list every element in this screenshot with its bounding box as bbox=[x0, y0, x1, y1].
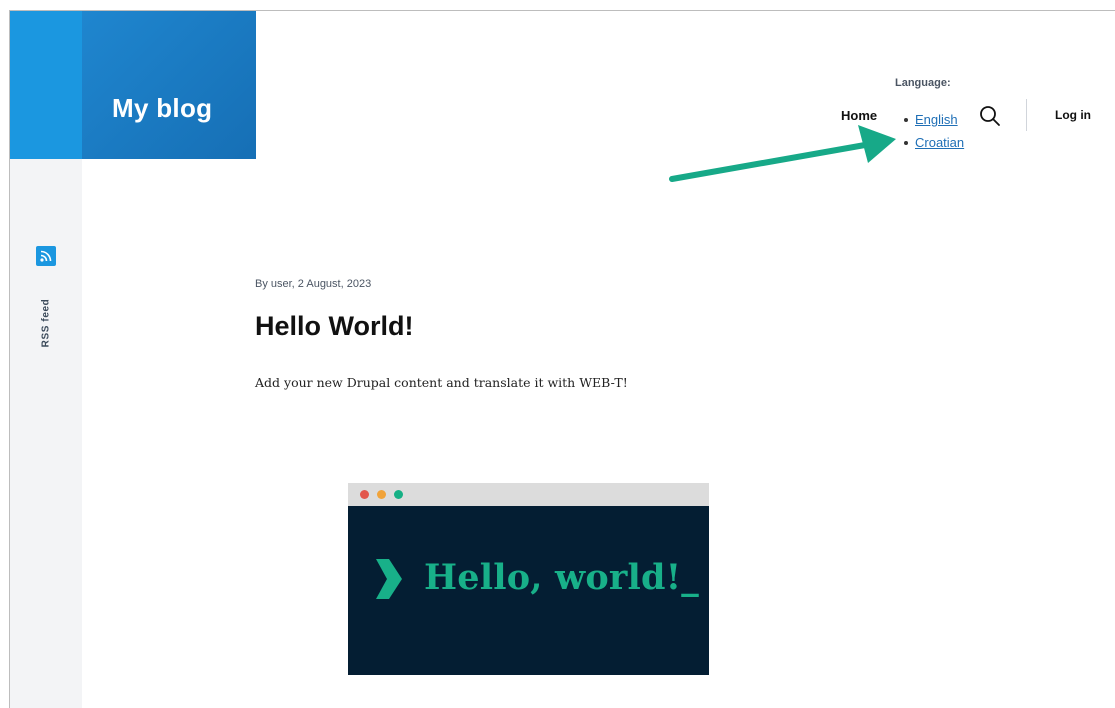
sidebar-brand-block bbox=[10, 11, 82, 159]
language-switcher-heading: Language: bbox=[895, 77, 951, 89]
image-window-titlebar bbox=[348, 483, 709, 506]
browser-page: RSS feed My blog Language: Home English … bbox=[9, 10, 1115, 708]
terminal-prompt-icon bbox=[376, 559, 402, 599]
annotation-arrow bbox=[669, 125, 896, 182]
site-branding[interactable]: My blog bbox=[82, 11, 256, 159]
language-link-english[interactable]: English bbox=[915, 112, 958, 127]
annotation-arrow-shaft bbox=[669, 142, 868, 182]
image-window-body: Hello, world!_ bbox=[348, 506, 709, 675]
article-title[interactable]: Hello World! bbox=[255, 311, 414, 342]
window-dot-orange bbox=[377, 490, 386, 499]
article-image: Hello, world!_ bbox=[348, 483, 709, 675]
language-switcher-list: English Croatian bbox=[903, 108, 964, 154]
rss-icon-graphic bbox=[40, 250, 52, 262]
site-name[interactable]: My blog bbox=[112, 95, 212, 121]
left-sidebar: RSS feed bbox=[10, 11, 82, 708]
nav-home-link[interactable]: Home bbox=[841, 108, 877, 123]
language-item-croatian: Croatian bbox=[903, 131, 964, 154]
login-link[interactable]: Log in bbox=[1055, 108, 1091, 122]
annotation-arrow-head bbox=[858, 125, 896, 163]
window-dot-red bbox=[360, 490, 369, 499]
window-dot-green bbox=[394, 490, 403, 499]
language-link-croatian[interactable]: Croatian bbox=[915, 135, 964, 150]
rss-feed-link[interactable]: RSS feed bbox=[41, 299, 52, 348]
rss-icon[interactable] bbox=[36, 246, 56, 266]
article-body: Add your new Drupal content and translat… bbox=[255, 375, 628, 390]
image-hello-text: Hello, world!_ bbox=[424, 557, 699, 598]
article-meta: By user, 2 August, 2023 bbox=[255, 278, 372, 290]
language-item-english: English bbox=[903, 108, 964, 131]
search-button[interactable] bbox=[977, 103, 1003, 129]
header-divider bbox=[1026, 99, 1027, 131]
search-icon bbox=[980, 106, 1000, 126]
